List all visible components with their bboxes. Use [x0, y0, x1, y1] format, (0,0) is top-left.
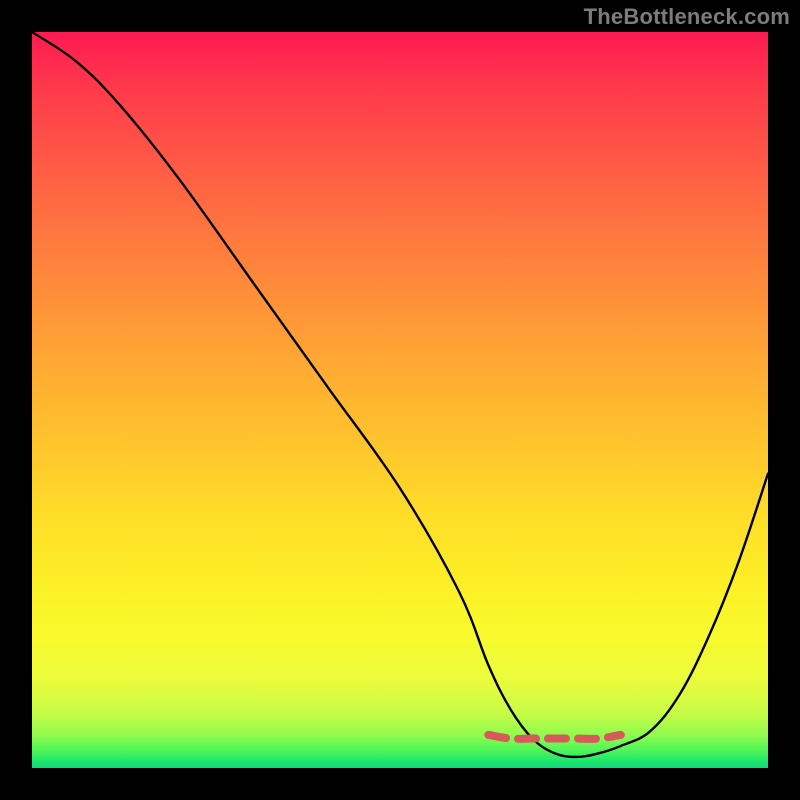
bottleneck-curve — [32, 32, 768, 757]
optimal-zone-marker — [488, 735, 620, 739]
curve-layer — [32, 32, 768, 768]
source-watermark: TheBottleneck.com — [584, 4, 790, 30]
chart-canvas: TheBottleneck.com — [0, 0, 800, 800]
gradient-plot-area — [32, 32, 768, 768]
